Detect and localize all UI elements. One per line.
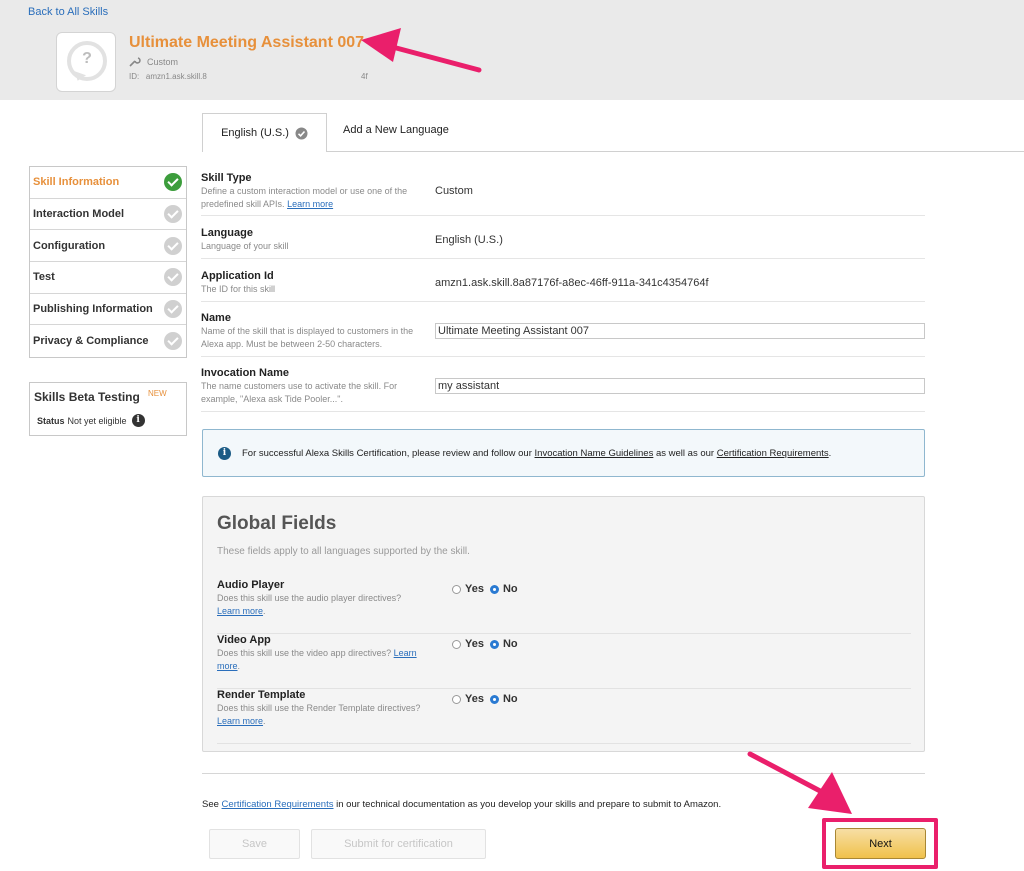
- skill-type-row: Skill Type Define a custom interaction m…: [201, 172, 925, 216]
- skill-header: Back to All Skills ? Ultimate Meeting As…: [0, 0, 1024, 100]
- submit-for-certification-button[interactable]: Submit for certification: [311, 829, 486, 859]
- global-fields-description: These fields apply to all languages supp…: [217, 546, 470, 557]
- render-template-no-radio[interactable]: [489, 694, 499, 704]
- beta-status: Status Not yet eligible i: [37, 414, 145, 427]
- next-button[interactable]: Next: [835, 828, 926, 859]
- skill-icon: ?: [56, 32, 116, 92]
- new-badge: NEW: [148, 389, 167, 398]
- beta-testing-title: Skills Beta Testing: [34, 390, 140, 404]
- language-value: English (U.S.): [435, 234, 503, 246]
- tab-english-us[interactable]: English (U.S.): [202, 113, 327, 152]
- invocation-name-input[interactable]: my assistant: [435, 378, 925, 394]
- name-row: Name Name of the skill that is displayed…: [201, 312, 925, 357]
- audio-player-yes-radio[interactable]: [452, 584, 461, 594]
- check-circle-icon: [164, 300, 182, 319]
- learn-more-link[interactable]: Learn more: [287, 199, 333, 209]
- wrench-icon: [129, 57, 141, 67]
- sidebar-item-privacy-compliance[interactable]: Privacy & Compliance: [30, 325, 186, 357]
- skill-type-value: Custom: [435, 185, 473, 197]
- skill-type: Custom: [129, 57, 178, 67]
- name-input[interactable]: Ultimate Meeting Assistant 007: [435, 323, 925, 339]
- back-to-all-skills-link[interactable]: Back to All Skills: [28, 6, 108, 18]
- skill-title: Ultimate Meeting Assistant 007: [129, 34, 365, 51]
- info-icon: i: [218, 447, 231, 460]
- language-row: Language Language of your skill English …: [201, 227, 925, 259]
- sidebar-item-interaction-model[interactable]: Interaction Model: [30, 199, 186, 231]
- skill-steps-sidebar: Skill Information Interaction Model Conf…: [29, 166, 187, 359]
- invocation-name-guidelines-link[interactable]: Invocation Name Guidelines: [535, 448, 654, 459]
- certification-requirements-link[interactable]: Certification Requirements: [717, 448, 829, 459]
- annotation-arrow-icon: [747, 751, 852, 814]
- sidebar-item-publishing-information[interactable]: Publishing Information: [30, 294, 186, 326]
- video-app-no-radio[interactable]: [489, 639, 499, 649]
- sidebar-item-test[interactable]: Test: [30, 262, 186, 294]
- check-circle-icon: [164, 332, 182, 351]
- render-template-row: Render Template Does this skill use the …: [217, 689, 911, 744]
- audio-player-row: Audio Player Does this skill use the aud…: [217, 579, 911, 634]
- render-template-yes-radio[interactable]: [452, 694, 461, 704]
- check-circle-icon: [295, 127, 308, 139]
- learn-more-link[interactable]: Learn more: [217, 606, 263, 616]
- application-id-row: Application Id The ID for this skill amz…: [201, 270, 925, 302]
- skills-beta-testing-panel: Skills Beta Testing NEW Status Not yet e…: [29, 382, 187, 436]
- certification-requirements-link[interactable]: Certification Requirements: [222, 799, 334, 810]
- check-circle-icon: [164, 268, 182, 287]
- audio-player-no-radio[interactable]: [489, 584, 499, 594]
- global-fields-title: Global Fields: [217, 513, 337, 534]
- video-app-yes-radio[interactable]: [452, 639, 461, 649]
- application-id-value: amzn1.ask.skill.8a87176f-a8ec-46ff-911a-…: [435, 277, 709, 289]
- certification-notice: i For successful Alexa Skills Certificat…: [202, 429, 925, 477]
- certification-footnote: See Certification Requirements in our te…: [202, 799, 722, 810]
- invocation-name-row: Invocation Name The name customers use t…: [201, 367, 925, 412]
- skill-type-label: Custom: [147, 57, 179, 67]
- skill-id: ID: amzn1.ask.skill.8 4f: [129, 72, 368, 81]
- learn-more-link[interactable]: Learn more: [217, 716, 263, 726]
- tab-add-language[interactable]: Add a New Language: [343, 124, 449, 136]
- annotation-arrow-icon: [361, 28, 482, 73]
- info-icon[interactable]: i: [131, 414, 145, 427]
- check-circle-icon: [164, 236, 182, 255]
- save-button[interactable]: Save: [209, 829, 300, 859]
- check-circle-icon: [164, 205, 182, 224]
- sidebar-item-skill-information[interactable]: Skill Information: [30, 167, 186, 199]
- sidebar-item-configuration[interactable]: Configuration: [30, 230, 186, 263]
- video-app-row: Video App Does this skill use the video …: [217, 634, 911, 689]
- check-circle-icon: [164, 173, 182, 192]
- global-fields-panel: Global Fields These fields apply to all …: [202, 496, 925, 752]
